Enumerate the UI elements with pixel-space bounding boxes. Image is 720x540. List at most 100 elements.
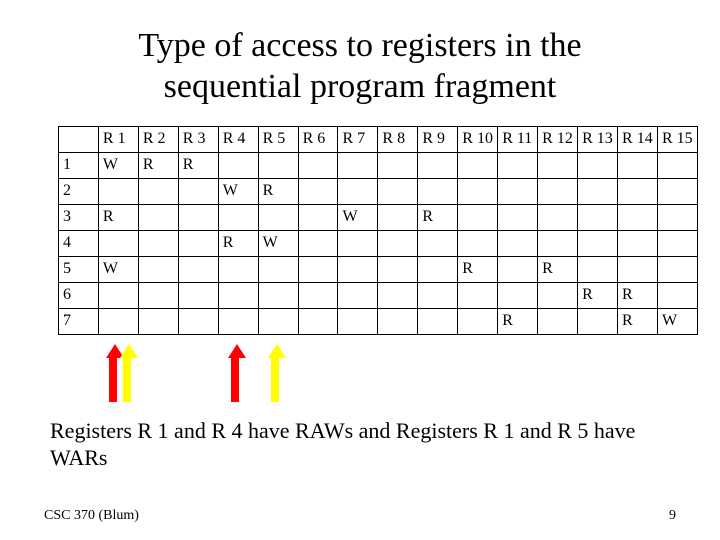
cell — [578, 178, 618, 204]
cell — [458, 282, 498, 308]
cell — [298, 152, 338, 178]
title-line-1: Type of access to registers in the — [138, 27, 581, 64]
cell — [538, 152, 578, 178]
cell — [657, 282, 697, 308]
col-header: R 4 — [218, 126, 258, 152]
cell: R — [498, 308, 538, 334]
table-row: 1 W R R — [59, 152, 698, 178]
cell: R — [98, 204, 138, 230]
cell — [378, 204, 418, 230]
cell — [538, 204, 578, 230]
cell — [378, 282, 418, 308]
cell — [138, 178, 178, 204]
cell: R — [538, 256, 578, 282]
cell — [258, 308, 298, 334]
cell — [178, 178, 218, 204]
register-access-table: R 1 R 2 R 3 R 4 R 5 R 6 R 7 R 8 R 9 R 10… — [58, 126, 698, 335]
cell — [418, 282, 458, 308]
row-label: 5 — [59, 256, 99, 282]
cell: W — [657, 308, 697, 334]
cell — [458, 308, 498, 334]
slide-footer: CSC 370 (Blum) 9 — [44, 508, 676, 524]
col-header: R 15 — [657, 126, 697, 152]
cell: W — [338, 204, 378, 230]
cell — [578, 204, 618, 230]
cell — [618, 256, 658, 282]
cell: W — [218, 178, 258, 204]
cell — [418, 178, 458, 204]
cell — [258, 152, 298, 178]
cell — [258, 282, 298, 308]
cell — [618, 178, 658, 204]
cell: R — [138, 152, 178, 178]
col-header: R 2 — [138, 126, 178, 152]
cell — [578, 152, 618, 178]
cell — [538, 230, 578, 256]
cell — [138, 204, 178, 230]
cell — [498, 152, 538, 178]
table-row: 6 R R — [59, 282, 698, 308]
cell — [378, 178, 418, 204]
cell — [418, 152, 458, 178]
table-row: 7 R R W — [59, 308, 698, 334]
cell — [218, 204, 258, 230]
col-header: R 10 — [458, 126, 498, 152]
slide-title: Type of access to registers in the seque… — [40, 26, 680, 108]
cell: R — [578, 282, 618, 308]
cell — [418, 256, 458, 282]
cell — [378, 152, 418, 178]
cell — [498, 204, 538, 230]
cell: R — [178, 152, 218, 178]
col-header: R 6 — [298, 126, 338, 152]
col-header: R 12 — [538, 126, 578, 152]
cell — [538, 308, 578, 334]
cell — [338, 282, 378, 308]
cell — [138, 256, 178, 282]
cell — [578, 256, 618, 282]
cell — [498, 256, 538, 282]
cell — [98, 282, 138, 308]
cell — [418, 230, 458, 256]
cell — [218, 256, 258, 282]
hazard-caption: Registers R 1 and R 4 have RAWs and Regi… — [50, 417, 680, 472]
cell — [338, 230, 378, 256]
cell — [378, 230, 418, 256]
cell — [458, 178, 498, 204]
cell — [178, 230, 218, 256]
cell — [657, 230, 697, 256]
col-header: R 7 — [338, 126, 378, 152]
cell — [498, 282, 538, 308]
footer-page-number: 9 — [669, 508, 676, 524]
cell — [98, 178, 138, 204]
cell — [298, 256, 338, 282]
cell — [178, 204, 218, 230]
row-label: 3 — [59, 204, 99, 230]
cell: R — [458, 256, 498, 282]
table-row: 2 W R — [59, 178, 698, 204]
col-header: R 5 — [258, 126, 298, 152]
cell — [298, 230, 338, 256]
cell — [338, 256, 378, 282]
cell — [418, 308, 458, 334]
cell — [218, 308, 258, 334]
cell — [258, 204, 298, 230]
cell — [578, 308, 618, 334]
cell — [298, 204, 338, 230]
col-header: R 1 — [98, 126, 138, 152]
cell — [498, 230, 538, 256]
cell — [458, 152, 498, 178]
table-row: 5 W R R — [59, 256, 698, 282]
slide: Type of access to registers in the seque… — [0, 0, 720, 540]
cell: R — [258, 178, 298, 204]
table-row: 3 R W R — [59, 204, 698, 230]
table-header-row: R 1 R 2 R 3 R 4 R 5 R 6 R 7 R 8 R 9 R 10… — [59, 126, 698, 152]
cell: R — [618, 308, 658, 334]
cell — [498, 178, 538, 204]
title-line-2: sequential program fragment — [164, 68, 557, 105]
cell — [298, 282, 338, 308]
col-header: R 11 — [498, 126, 538, 152]
cell: R — [218, 230, 258, 256]
cell — [258, 256, 298, 282]
row-label: 6 — [59, 282, 99, 308]
cell — [538, 178, 578, 204]
